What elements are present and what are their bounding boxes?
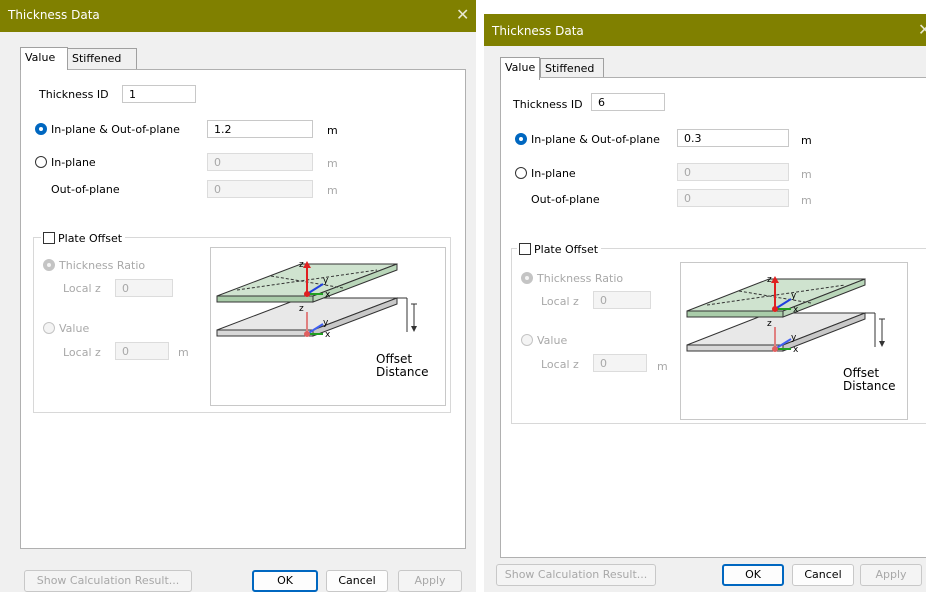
top-x-label: x <box>325 290 331 300</box>
top-y-label: y <box>791 291 797 301</box>
offset-distance-label: Offset Distance <box>376 352 429 379</box>
in-plane-unit: m <box>801 168 812 181</box>
ratio-local-z-label: Local z <box>541 295 579 308</box>
apply-button[interactable]: Apply <box>860 564 922 586</box>
close-icon[interactable]: ✕ <box>456 5 469 24</box>
title-bar: Thickness Data ✕ <box>0 0 476 32</box>
cancel-button[interactable]: Cancel <box>326 570 388 592</box>
tab-stiffened[interactable]: Stiffened <box>540 58 604 79</box>
plate-offset-label: Plate Offset <box>534 243 599 256</box>
thickness-ratio-label: Thickness Ratio <box>537 272 624 285</box>
plate-offset-checkbox[interactable] <box>519 243 531 255</box>
thickness-id-label: Thickness ID <box>513 98 583 111</box>
thickness-ratio-radio[interactable] <box>43 259 55 271</box>
in-out-plane-radio[interactable] <box>515 133 527 145</box>
offset-distance-label: Offset Distance <box>843 366 896 393</box>
ratio-local-z-input[interactable]: 0 <box>593 291 651 309</box>
top-z-label: z <box>299 260 304 270</box>
value-offset-label: Value <box>59 322 90 335</box>
ok-button[interactable]: OK <box>252 570 318 592</box>
out-of-plane-input[interactable]: 0 <box>677 189 789 207</box>
in-out-unit: m <box>327 124 338 137</box>
in-plane-radio[interactable] <box>35 156 47 168</box>
value-panel: Thickness ID 6 In-plane & Out-of-plane 0… <box>500 77 926 558</box>
value-offset-radio[interactable] <box>43 322 55 334</box>
bottom-y-label: y <box>791 333 797 343</box>
close-icon[interactable]: ✕ <box>918 20 926 39</box>
in-out-plane-label: In-plane & Out-of-plane <box>531 133 660 146</box>
value-local-z-label: Local z <box>541 358 579 371</box>
thickness-id-input[interactable]: 1 <box>122 85 196 103</box>
in-out-plane-input[interactable]: 1.2 <box>207 120 313 138</box>
thickness-id-label: Thickness ID <box>39 88 109 101</box>
thickness-ratio-label: Thickness Ratio <box>59 259 146 272</box>
bottom-z-label: z <box>299 304 304 314</box>
out-of-plane-label: Out-of-plane <box>51 183 120 196</box>
tab-value[interactable]: Value <box>20 47 68 70</box>
offset-diagram: z y x z y x Offset Distance <box>680 262 908 420</box>
tab-value[interactable]: Value <box>500 57 540 80</box>
in-out-plane-label: In-plane & Out-of-plane <box>51 123 180 136</box>
in-plane-input[interactable]: 0 <box>207 153 313 171</box>
value-local-z-input[interactable]: 0 <box>115 342 169 360</box>
cancel-button[interactable]: Cancel <box>792 564 854 586</box>
value-offset-radio[interactable] <box>521 334 533 346</box>
apply-button[interactable]: Apply <box>398 570 462 592</box>
in-plane-label: In-plane <box>531 167 576 180</box>
show-calculation-button[interactable]: Show Calculation Result... <box>24 570 192 592</box>
in-out-unit: m <box>801 134 812 147</box>
in-plane-radio[interactable] <box>515 167 527 179</box>
top-y-label: y <box>323 276 329 286</box>
in-plane-input[interactable]: 0 <box>677 163 789 181</box>
value-panel: Thickness ID 1 In-plane & Out-of-plane 1… <box>20 69 466 549</box>
top-z-label: z <box>767 275 772 285</box>
in-plane-unit: m <box>327 157 338 170</box>
value-local-z-input[interactable]: 0 <box>593 354 647 372</box>
value-local-z-label: Local z <box>63 346 101 359</box>
title-bar: Thickness Data ✕ <box>484 14 926 46</box>
tab-stiffened[interactable]: Stiffened <box>67 48 137 69</box>
in-plane-label: In-plane <box>51 156 96 169</box>
in-out-plane-radio[interactable] <box>35 123 47 135</box>
plate-offset-checkbox[interactable] <box>43 232 55 244</box>
out-of-plane-unit: m <box>801 194 812 207</box>
value-offset-label: Value <box>537 334 568 347</box>
bottom-x-label: x <box>325 330 331 340</box>
offset-diagram: z y x z y x Offset Distance <box>210 247 446 406</box>
thickness-dialog-2: Thickness Data ✕ Value Stiffened Thickne… <box>484 14 926 592</box>
bottom-y-label: y <box>323 318 329 328</box>
value-local-z-unit: m <box>657 360 668 373</box>
thickness-ratio-radio[interactable] <box>521 272 533 284</box>
dialog-title: Thickness Data <box>492 24 584 38</box>
show-calculation-button[interactable]: Show Calculation Result... <box>496 564 656 586</box>
thickness-id-input[interactable]: 6 <box>591 93 665 111</box>
out-of-plane-label: Out-of-plane <box>531 193 600 206</box>
plate-offset-label: Plate Offset <box>58 232 123 245</box>
dialog-title: Thickness Data <box>8 8 100 22</box>
thickness-dialog-1: Thickness Data ✕ Value Stiffened Thickne… <box>0 0 476 592</box>
value-local-z-unit: m <box>178 346 189 359</box>
out-of-plane-input[interactable]: 0 <box>207 180 313 198</box>
in-out-plane-input[interactable]: 0.3 <box>677 129 789 147</box>
ratio-local-z-label: Local z <box>63 282 101 295</box>
bottom-x-label: x <box>793 345 799 355</box>
ok-button[interactable]: OK <box>722 564 784 586</box>
ratio-local-z-input[interactable]: 0 <box>115 279 173 297</box>
top-x-label: x <box>793 305 799 315</box>
out-of-plane-unit: m <box>327 184 338 197</box>
bottom-z-label: z <box>767 319 772 329</box>
